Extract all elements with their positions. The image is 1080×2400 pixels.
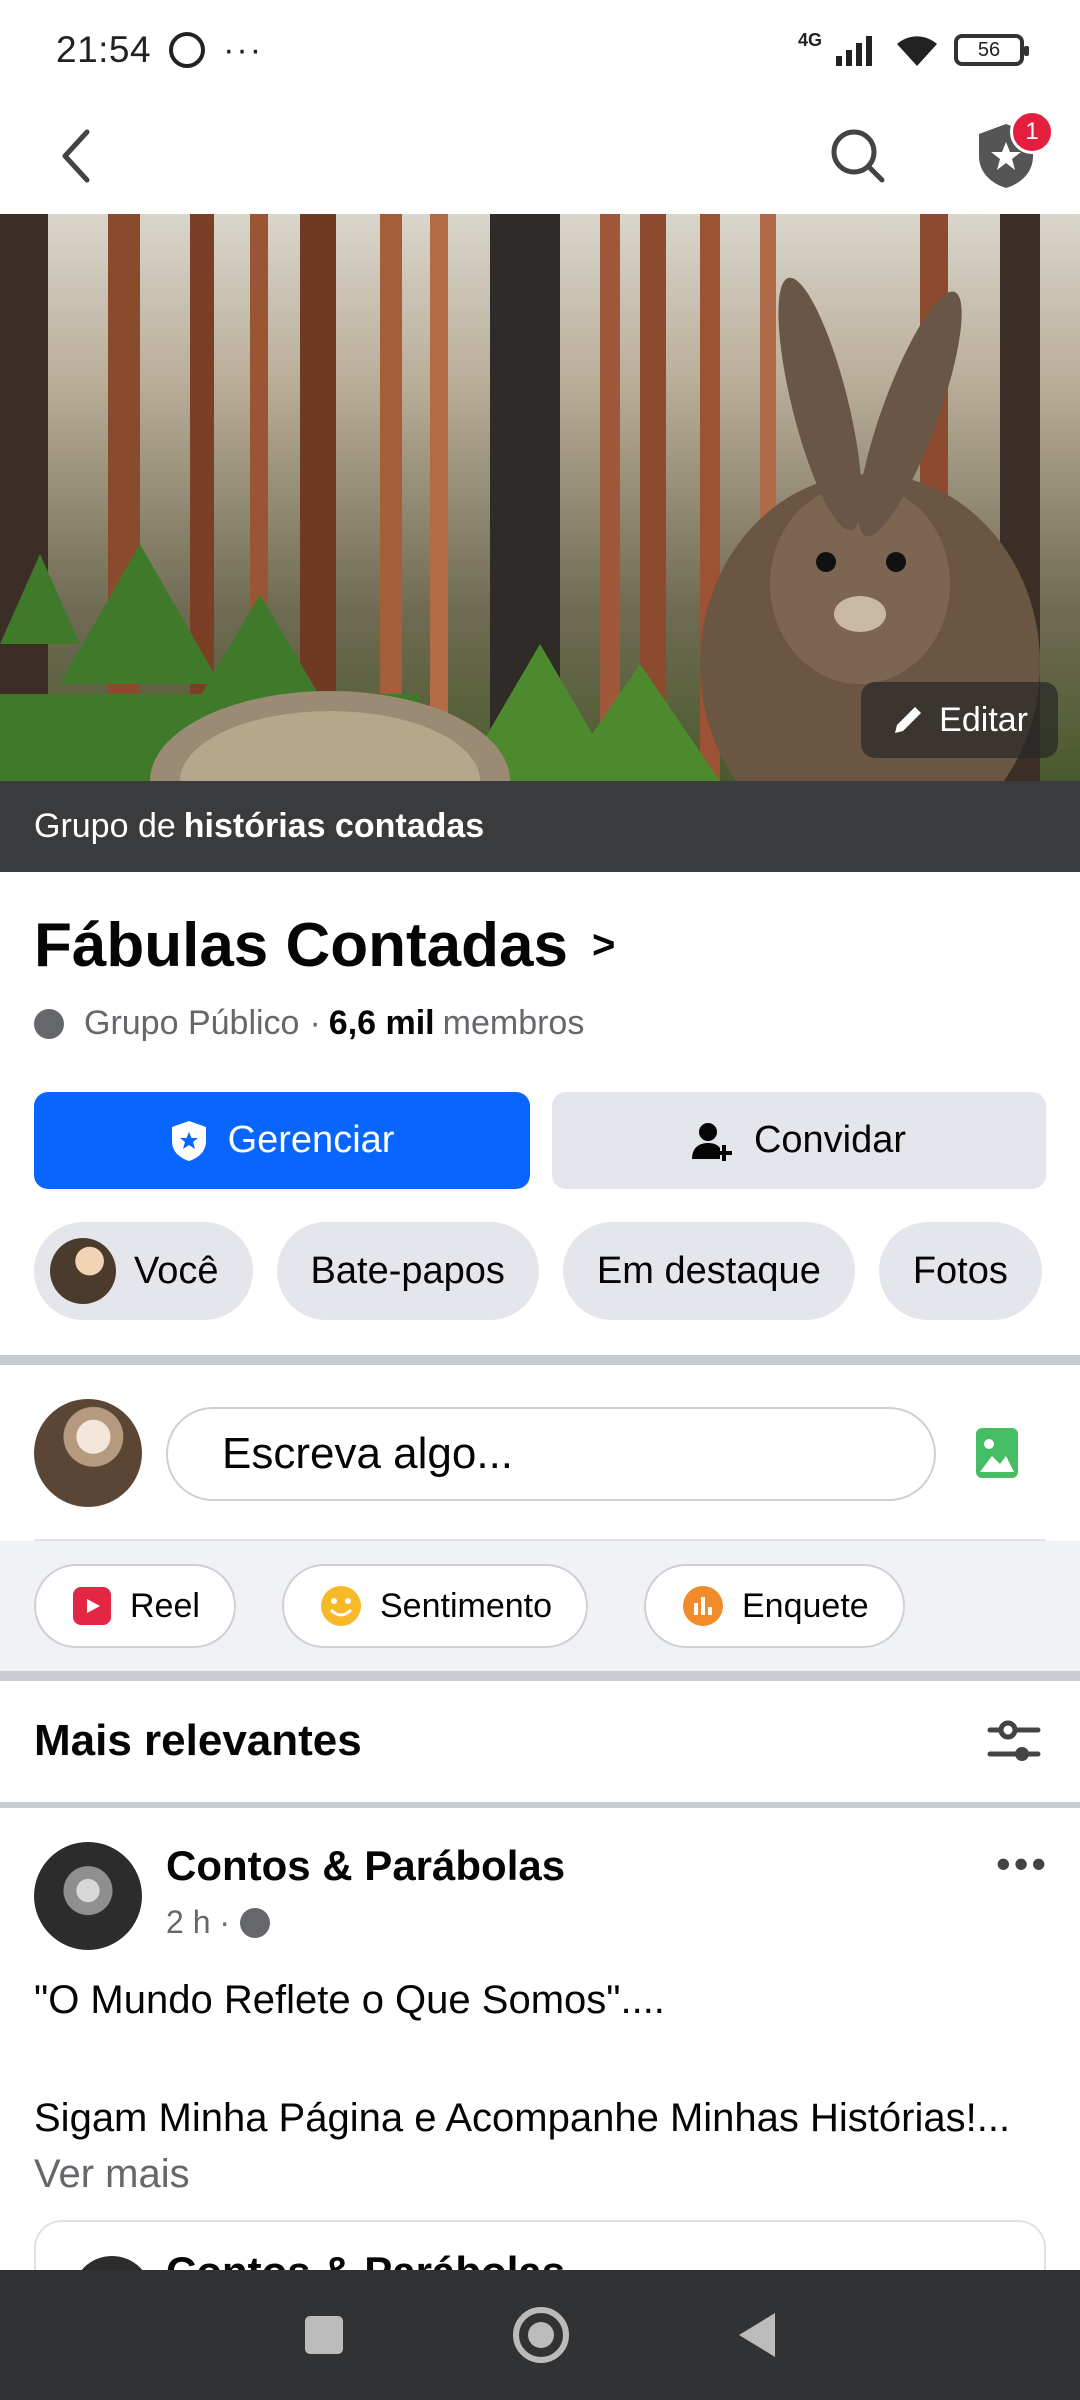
tab-label: Você <box>134 1249 219 1292</box>
post-time: 2 h · <box>166 1904 271 1941</box>
poll-label: Enquete <box>742 1586 869 1625</box>
avatar[interactable] <box>34 1399 142 1507</box>
pencil-icon <box>895 707 922 733</box>
post-text-continued: Sigam Minha Página e Acompanhe Minhas Hi… <box>34 2096 1011 2140</box>
composer-placeholder: Escreva algo... <box>222 1429 514 1478</box>
home-button[interactable] <box>513 2307 569 2363</box>
post-timestamp: 2 h · <box>166 1904 231 1940</box>
group-meta: Grupo Público · 6,6 mil membros <box>34 1004 584 1043</box>
battery-level: 56 <box>977 38 1001 61</box>
group-actions: Gerenciar Convidar <box>34 1092 1046 1189</box>
status-bar: 21:54 ··· 4G 56 <box>0 0 1080 100</box>
tab-featured[interactable]: Em destaque <box>562 1222 855 1320</box>
post-text: "O Mundo Reflete o Que Somos".... <box>34 1978 665 2022</box>
members-count: 6,6 mil <box>328 1004 435 1042</box>
search-button[interactable] <box>822 120 894 192</box>
chevron-right-icon: > <box>592 923 616 967</box>
see-more-link[interactable]: Ver mais <box>34 2152 190 2196</box>
reel-button[interactable]: Reel <box>34 1564 236 1648</box>
home-icon <box>528 2322 554 2348</box>
status-time: 21:54 <box>56 29 152 70</box>
wifi-icon <box>897 36 937 66</box>
banner-prefix: Grupo de <box>34 807 176 845</box>
post-text: Sigam Minha Página e Acompanhe Minhas Hi… <box>34 2090 1034 2202</box>
add-person-icon <box>691 1122 732 1161</box>
network-type: 4G <box>797 29 822 50</box>
tab-you[interactable]: Você <box>34 1222 253 1320</box>
tab-label: Bate-papos <box>310 1249 505 1292</box>
members-label: membros <box>442 1004 585 1042</box>
whatsapp-icon <box>169 32 206 68</box>
recent-apps-button[interactable] <box>305 2316 343 2354</box>
battery-icon: 56 <box>954 34 1029 66</box>
composer-input[interactable]: Escreva algo... <box>166 1407 936 1501</box>
group-privacy: Grupo Público <box>84 1004 300 1042</box>
avatar <box>50 1238 116 1304</box>
manage-button[interactable]: Gerenciar <box>34 1092 530 1189</box>
system-nav-bar <box>0 2270 1080 2400</box>
feeling-label: Sentimento <box>380 1586 552 1625</box>
invite-label: Convidar <box>753 1119 907 1161</box>
avatar[interactable] <box>34 1842 142 1950</box>
tab-photos[interactable]: Fotos <box>878 1222 1042 1320</box>
poll-button[interactable]: Enquete <box>644 1564 905 1648</box>
shield-icon <box>171 1120 206 1161</box>
signal-icon <box>836 36 872 66</box>
notification-badge: 1 <box>1010 110 1054 154</box>
poll-icon <box>683 1586 723 1626</box>
more-notifications-icon: ··· <box>223 30 264 69</box>
meta-separator: · <box>309 1004 321 1042</box>
section-divider <box>0 1671 1080 1681</box>
globe-icon <box>34 1008 64 1039</box>
post-options-button[interactable]: ••• <box>996 1840 1049 1888</box>
system-back-button[interactable] <box>739 2313 775 2357</box>
invite-button[interactable]: Convidar <box>552 1092 1046 1189</box>
post-author[interactable]: Contos & Parábolas <box>166 1842 565 1890</box>
smiley-icon <box>321 1586 361 1626</box>
reel-label: Reel <box>130 1586 200 1625</box>
cover-photo: Editar <box>0 214 1080 781</box>
filter-sliders-icon[interactable] <box>986 1714 1042 1770</box>
tab-label: Em destaque <box>596 1249 821 1292</box>
edit-cover-button[interactable]: Editar <box>861 682 1058 758</box>
globe-icon <box>240 1907 271 1938</box>
feed-sort-label[interactable]: Mais relevantes <box>34 1716 362 1766</box>
top-nav <box>0 100 1080 212</box>
add-photo-button[interactable] <box>970 1422 1024 1484</box>
chevron-left-icon <box>62 129 90 183</box>
photo-icon <box>976 1428 1018 1478</box>
banner-category: histórias contadas <box>183 807 485 845</box>
reel-icon <box>73 1587 111 1625</box>
section-divider <box>0 1802 1080 1808</box>
section-divider <box>0 1355 1080 1365</box>
group-name: Fábulas Contadas <box>34 911 568 980</box>
manage-label: Gerenciar <box>227 1119 395 1161</box>
search-icon <box>831 129 885 183</box>
tab-label: Fotos <box>912 1249 1008 1292</box>
feeling-button[interactable]: Sentimento <box>282 1564 588 1648</box>
edit-label: Editar <box>939 700 1028 739</box>
group-tabs: Você Bate-papos Em destaque Fotos <box>34 1222 1080 1320</box>
group-type-banner: Grupo de histórias contadas <box>0 781 1080 872</box>
group-title-row[interactable]: Fábulas Contadas > <box>34 910 615 981</box>
tab-chats[interactable]: Bate-papos <box>276 1222 539 1320</box>
back-button[interactable] <box>40 120 112 192</box>
